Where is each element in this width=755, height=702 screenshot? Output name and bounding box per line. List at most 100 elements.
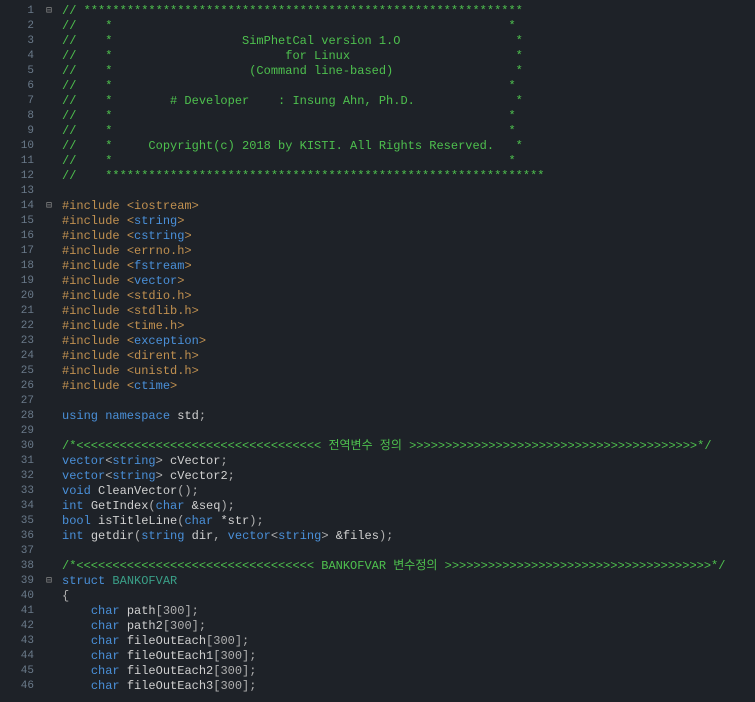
code-token: vector: [228, 529, 271, 543]
code-line[interactable]: char path2[300];: [62, 619, 755, 634]
code-token: // *************************************…: [62, 169, 544, 183]
code-line[interactable]: #include <iostream>: [62, 199, 755, 214]
code-token: );: [220, 499, 234, 513]
code-line[interactable]: #include <time.h>: [62, 319, 755, 334]
code-line[interactable]: #include <stdlib.h>: [62, 304, 755, 319]
code-line[interactable]: // * (Command line-based) *: [62, 64, 755, 79]
code-line[interactable]: [62, 394, 755, 409]
code-line[interactable]: [62, 424, 755, 439]
code-editor[interactable]: 1234567891011121314151617181920212223242…: [0, 0, 755, 702]
line-number: 44: [0, 649, 34, 664]
code-line[interactable]: // * *: [62, 19, 755, 34]
code-token: /*<<<<<<<<<<<<<<<<<<<<<<<<<<<<<<<<< BANK…: [62, 559, 725, 573]
code-line[interactable]: int getdir(string dir, vector<string> &f…: [62, 529, 755, 544]
line-number: 19: [0, 274, 34, 289]
code-line[interactable]: #include <dirent.h>: [62, 349, 755, 364]
code-line[interactable]: #include <string>: [62, 214, 755, 229]
code-token: {: [62, 589, 69, 603]
code-token: string: [134, 214, 177, 228]
code-line[interactable]: #include <ctime>: [62, 379, 755, 394]
code-line[interactable]: // *************************************…: [62, 169, 755, 184]
fold-marker: [42, 679, 56, 694]
code-token: ;: [228, 469, 235, 483]
code-line[interactable]: // * Copyright(c) 2018 by KISTI. All Rig…: [62, 139, 755, 154]
line-number: 8: [0, 109, 34, 124]
code-token: >: [156, 454, 170, 468]
code-token: std: [177, 409, 199, 423]
code-line[interactable]: struct BANKOFVAR: [62, 574, 755, 589]
code-line[interactable]: #include <cstring>: [62, 229, 755, 244]
code-area[interactable]: // *************************************…: [56, 0, 755, 702]
line-number: 25: [0, 364, 34, 379]
code-line[interactable]: {: [62, 589, 755, 604]
code-token: <: [127, 334, 134, 348]
code-line[interactable]: vector<string> cVector;: [62, 454, 755, 469]
code-token: vector: [62, 469, 105, 483]
code-line[interactable]: #include <vector>: [62, 274, 755, 289]
code-line[interactable]: [62, 544, 755, 559]
code-token: // * *: [62, 124, 516, 138]
line-number: 22: [0, 319, 34, 334]
code-line[interactable]: char fileOutEach[300];: [62, 634, 755, 649]
code-line[interactable]: char fileOutEach1[300];: [62, 649, 755, 664]
code-token: #include: [62, 379, 127, 393]
code-line[interactable]: #include <fstream>: [62, 259, 755, 274]
code-line[interactable]: char path[300];: [62, 604, 755, 619]
fold-marker[interactable]: ⊟: [42, 199, 56, 214]
code-token: fstream: [134, 259, 184, 273]
code-token: #include: [62, 349, 127, 363]
code-line[interactable]: vector<string> cVector2;: [62, 469, 755, 484]
code-token: >: [170, 379, 177, 393]
code-line[interactable]: bool isTitleLine(char *str);: [62, 514, 755, 529]
code-token: [62, 394, 69, 408]
code-line[interactable]: // * *: [62, 109, 755, 124]
code-line[interactable]: // * *: [62, 124, 755, 139]
code-token: fileOutEach: [127, 634, 206, 648]
code-token: [300];: [213, 664, 256, 678]
fold-marker[interactable]: ⊟: [42, 574, 56, 589]
code-token: ****************************************…: [84, 4, 523, 18]
fold-marker: [42, 499, 56, 514]
code-line[interactable]: // *************************************…: [62, 4, 755, 19]
code-token: bool: [62, 514, 98, 528]
code-line[interactable]: /*<<<<<<<<<<<<<<<<<<<<<<<<<<<<<<<<<< 전역변…: [62, 439, 755, 454]
code-line[interactable]: // * for Linux *: [62, 49, 755, 64]
fold-marker: [42, 169, 56, 184]
code-line[interactable]: using namespace std;: [62, 409, 755, 424]
fold-marker[interactable]: ⊟: [42, 4, 56, 19]
fold-marker: [42, 484, 56, 499]
code-token: exception: [134, 334, 199, 348]
code-line[interactable]: /*<<<<<<<<<<<<<<<<<<<<<<<<<<<<<<<<< BANK…: [62, 559, 755, 574]
code-line[interactable]: // * *: [62, 154, 755, 169]
fold-marker: [42, 424, 56, 439]
code-token: [300];: [213, 649, 256, 663]
code-line[interactable]: char fileOutEach3[300];: [62, 679, 755, 694]
code-line[interactable]: // * *: [62, 79, 755, 94]
code-token: ctime: [134, 379, 170, 393]
code-token: ;: [220, 454, 227, 468]
fold-marker: [42, 289, 56, 304]
code-token: string: [112, 454, 155, 468]
code-line[interactable]: int GetIndex(char &seq);: [62, 499, 755, 514]
code-token: isTitleLine: [98, 514, 177, 528]
code-line[interactable]: // * # Developer : Insung Ahn, Ph.D. *: [62, 94, 755, 109]
line-number: 33: [0, 484, 34, 499]
code-line[interactable]: char fileOutEach2[300];: [62, 664, 755, 679]
code-token: #include: [62, 289, 127, 303]
code-token: string: [112, 469, 155, 483]
fold-column[interactable]: ⊟ ⊟ ⊟: [42, 0, 56, 702]
code-line[interactable]: #include <errno.h>: [62, 244, 755, 259]
code-line[interactable]: #include <unistd.h>: [62, 364, 755, 379]
fold-marker: [42, 229, 56, 244]
code-line[interactable]: // * SimPhetCal version 1.O *: [62, 34, 755, 49]
code-line[interactable]: #include <stdio.h>: [62, 289, 755, 304]
code-line[interactable]: [62, 184, 755, 199]
code-token: struct: [62, 574, 112, 588]
line-number: 4: [0, 49, 34, 64]
code-line[interactable]: #include <exception>: [62, 334, 755, 349]
fold-marker: [42, 589, 56, 604]
code-line[interactable]: void CleanVector();: [62, 484, 755, 499]
fold-marker: [42, 79, 56, 94]
line-number: 37: [0, 544, 34, 559]
code-token: [62, 619, 91, 633]
